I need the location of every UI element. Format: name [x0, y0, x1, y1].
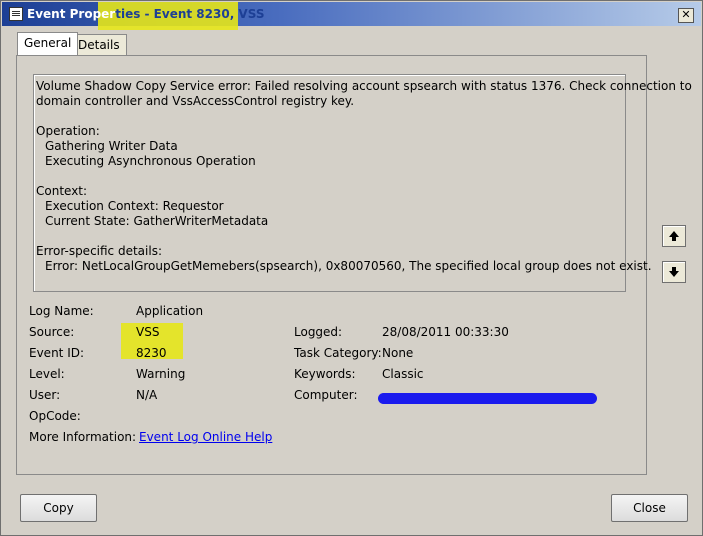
- title-rest: ties - Event 8230, VSS: [115, 7, 265, 21]
- window-title: Event Properties - Event 8230, VSS: [27, 7, 264, 21]
- description-line: Current State: GatherWriterMetadata: [45, 214, 269, 228]
- computer-redaction: [378, 393, 597, 404]
- computer-label: Computer:: [294, 388, 358, 402]
- level-value: Warning: [136, 367, 186, 381]
- user-value: N/A: [136, 388, 158, 402]
- source-label: Source:: [29, 325, 75, 339]
- log-name-label: Log Name:: [29, 304, 94, 318]
- event-properties-window: Event Properties - Event 8230, VSS ✕ Gen…: [0, 0, 703, 536]
- description-line: Volume Shadow Copy Service error: Failed…: [36, 79, 692, 93]
- description-line: domain controller and VssAccessControl r…: [36, 94, 355, 108]
- arrow-down-icon: [669, 267, 679, 277]
- source-value: VSS: [136, 325, 160, 339]
- description-line: Error: NetLocalGroupGetMemebers(spsearch…: [45, 259, 652, 273]
- keywords-value: Classic: [382, 367, 424, 381]
- event-id-value: 8230: [136, 346, 167, 360]
- description-line: Operation:: [36, 124, 100, 138]
- arrow-up-icon: [669, 231, 679, 241]
- copy-button[interactable]: Copy: [20, 494, 97, 522]
- description-line: Context:: [36, 184, 88, 198]
- tab-details[interactable]: Details: [71, 34, 127, 55]
- task-category-label: Task Category:: [294, 346, 382, 360]
- logged-label: Logged:: [294, 325, 343, 339]
- more-information-label: More Information:: [29, 430, 137, 444]
- close-icon[interactable]: ✕: [678, 8, 694, 23]
- previous-event-button[interactable]: [662, 225, 686, 247]
- next-event-button[interactable]: [662, 261, 686, 283]
- event-log-online-help-link[interactable]: Event Log Online Help: [139, 430, 272, 445]
- opcode-label: OpCode:: [29, 409, 81, 423]
- user-label: User:: [29, 388, 61, 402]
- task-category-value: None: [382, 346, 414, 360]
- event-description[interactable]: Volume Shadow Copy Service error: Failed…: [33, 74, 692, 292]
- event-id-label: Event ID:: [29, 346, 85, 360]
- general-panel: Volume Shadow Copy Service error: Failed…: [16, 55, 692, 475]
- description-line: Gathering Writer Data: [45, 139, 178, 153]
- log-name-value: Application: [136, 304, 204, 318]
- logged-value: 28/08/2011 00:33:30: [382, 325, 509, 339]
- title-bar: Event Properties - Event 8230, VSS ✕: [2, 2, 701, 30]
- level-label: Level:: [29, 367, 65, 381]
- close-button[interactable]: Close: [611, 494, 688, 522]
- tab-general[interactable]: General: [17, 32, 79, 55]
- description-line: Execution Context: Requestor: [45, 199, 224, 213]
- event-properties-icon: [9, 7, 23, 21]
- title-prefix: Event Proper: [27, 7, 116, 21]
- description-line: Error-specific details:: [36, 244, 162, 258]
- keywords-label: Keywords:: [294, 367, 356, 381]
- description-line: Executing Asynchronous Operation: [45, 154, 256, 168]
